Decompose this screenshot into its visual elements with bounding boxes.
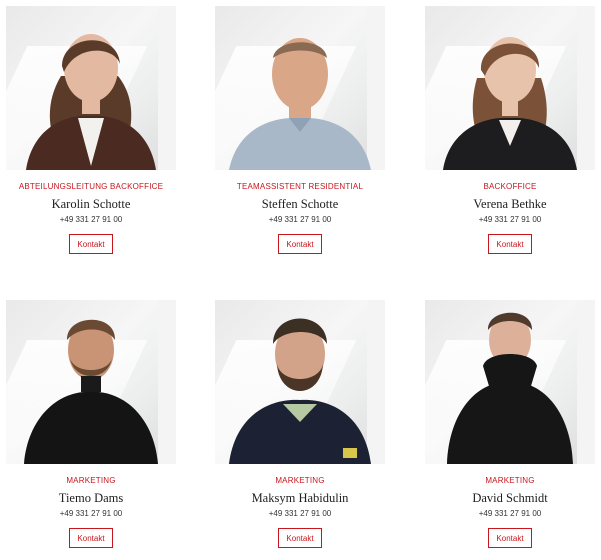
portrait-photo-verena: [425, 6, 595, 170]
member-role: MARKETING: [485, 476, 535, 485]
member-phone[interactable]: +49 331 27 91 00: [425, 215, 595, 225]
member-role: MARKETING: [66, 476, 116, 485]
member-name: Verena Bethke: [473, 197, 547, 211]
member-phone[interactable]: +49 331 27 91 00: [215, 509, 385, 519]
team-member-card: MARKETING Maksym Habidulin +49 331 27 91…: [215, 300, 385, 548]
portrait-photo-karolin: [6, 6, 176, 170]
contact-button[interactable]: Kontakt: [488, 234, 532, 254]
member-name: Maksym Habidulin: [251, 491, 349, 505]
member-phone[interactable]: +49 331 27 91 00: [215, 215, 385, 225]
team-member-card: MARKETING David Schmidt +49 331 27 91 00…: [425, 300, 595, 548]
member-role: TEAMASSISTENT RESIDENTIAL: [236, 182, 364, 191]
portrait-photo-tiemo: [6, 300, 176, 464]
portrait-photo-david: [425, 300, 595, 464]
member-phone[interactable]: +49 331 27 91 00: [425, 509, 595, 519]
team-member-card: BACKOFFICE Verena Bethke +49 331 27 91 0…: [425, 6, 595, 254]
member-name: Steffen Schotte: [261, 197, 339, 211]
member-role: MARKETING: [275, 476, 325, 485]
member-name: Tiemo Dams: [58, 491, 124, 505]
contact-button[interactable]: Kontakt: [69, 528, 113, 548]
contact-button[interactable]: Kontakt: [488, 528, 532, 548]
member-role: ABTEILUNGSLEITUNG BACKOFFICE: [18, 182, 164, 191]
team-grid: ABTEILUNGSLEITUNG BACKOFFICE Karolin Sch…: [0, 0, 601, 560]
member-phone[interactable]: +49 331 27 91 00: [6, 215, 176, 225]
contact-button[interactable]: Kontakt: [69, 234, 113, 254]
member-name: David Schmidt: [472, 491, 548, 505]
team-member-card: ABTEILUNGSLEITUNG BACKOFFICE Karolin Sch…: [6, 6, 176, 254]
member-role: BACKOFFICE: [483, 182, 537, 191]
member-name: Karolin Schotte: [51, 197, 131, 211]
team-member-card: TEAMASSISTENT RESIDENTIAL Steffen Schott…: [215, 6, 385, 254]
portrait-photo-steffen: [215, 6, 385, 170]
team-member-card: MARKETING Tiemo Dams +49 331 27 91 00 Ko…: [6, 300, 176, 548]
member-phone[interactable]: +49 331 27 91 00: [6, 509, 176, 519]
portrait-photo-maksym: [215, 300, 385, 464]
contact-button[interactable]: Kontakt: [278, 528, 322, 548]
contact-button[interactable]: Kontakt: [278, 234, 322, 254]
